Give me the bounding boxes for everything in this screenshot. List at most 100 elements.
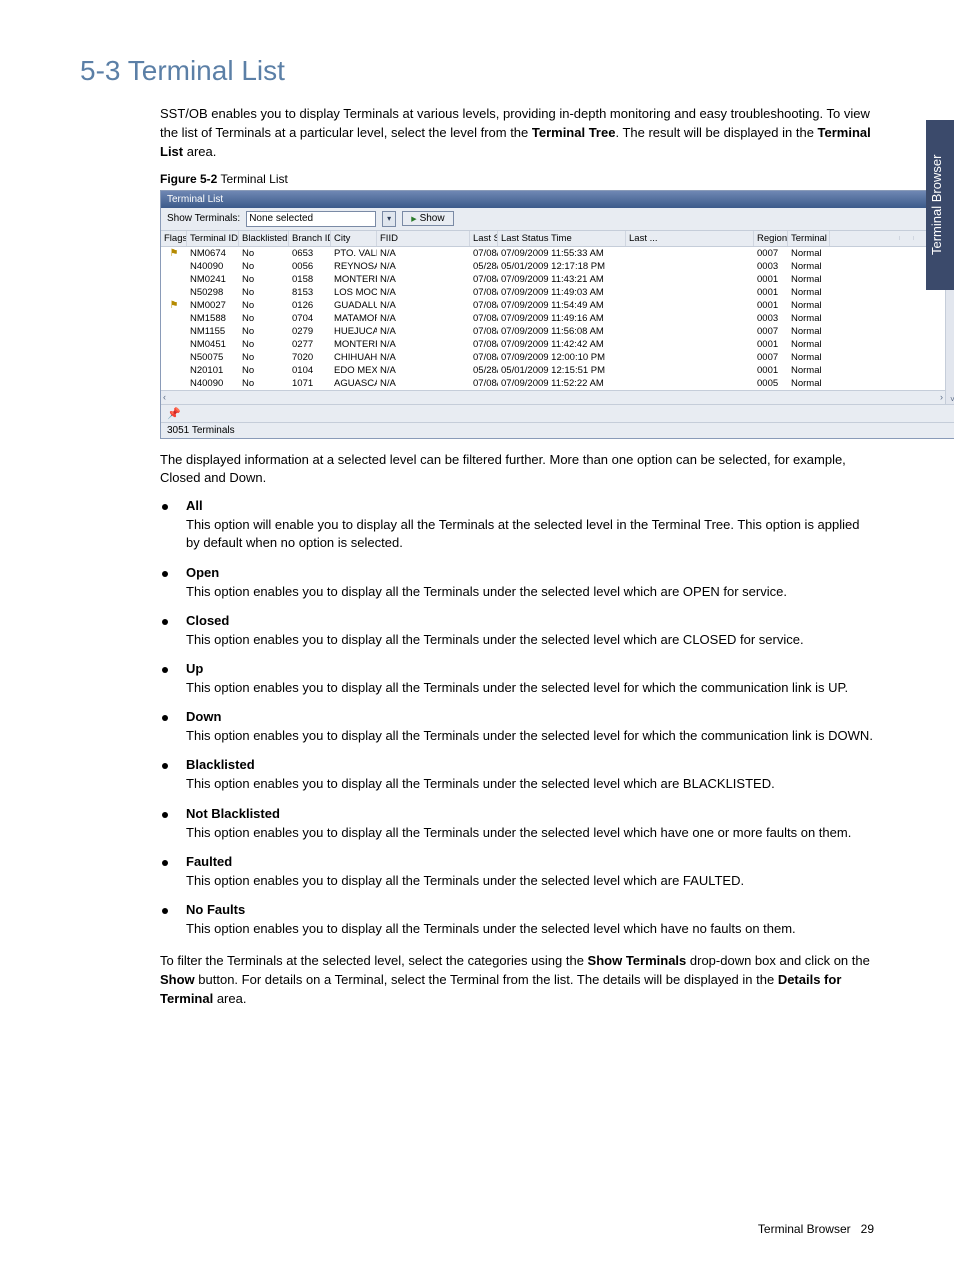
cell: 07/09/2009 11:49:16 AM xyxy=(498,312,626,325)
cell xyxy=(626,382,754,384)
cell: CHIHUAHUA xyxy=(331,351,377,364)
list-item: AllThis option will enable you to displa… xyxy=(160,498,874,552)
option-description: This option enables you to display all t… xyxy=(186,631,874,649)
scroll-down-icon[interactable]: ˅ xyxy=(946,395,954,404)
cell: NM0451 xyxy=(187,338,239,351)
cell: No xyxy=(239,312,289,325)
col-last[interactable]: Last ... xyxy=(626,231,754,246)
table-row[interactable]: ⚑NM0027No0126GUADALUPEN/A07/08/2009 8:07… xyxy=(161,299,945,312)
col-branch-id[interactable]: Branch ID xyxy=(289,231,331,246)
col-last-status[interactable]: Last Status Time xyxy=(498,231,626,246)
list-item: DownThis option enables you to display a… xyxy=(160,709,874,745)
col-fiid[interactable]: FIID xyxy=(377,231,470,246)
table-row[interactable]: N40090No0056REYNOSAN/A05/28/2009 11:05:0… xyxy=(161,260,945,273)
cell: No xyxy=(239,247,289,260)
list-item: FaultedThis option enables you to displa… xyxy=(160,854,874,890)
table-row[interactable]: ⚑NM0674No0653PTO. VALLARTAN/A07/08/2009 … xyxy=(161,247,945,260)
cell: 07/08/2009 9:07:00 AM xyxy=(470,247,498,260)
cell: NM0027 xyxy=(187,299,239,312)
cell xyxy=(900,304,914,306)
closing-t1: To filter the Terminals at the selected … xyxy=(160,953,588,968)
cell: 05/01/2009 12:15:51 PM xyxy=(498,364,626,377)
cell: NM0674 xyxy=(187,247,239,260)
cell: N50298 xyxy=(187,286,239,299)
cell xyxy=(161,356,187,358)
cell xyxy=(830,330,900,332)
cell xyxy=(626,304,754,306)
bullet-icon xyxy=(162,667,168,673)
cell: Normal xyxy=(788,247,830,260)
table-row[interactable]: N50075No7020CHIHUAHUAN/A07/08/2009 2:07:… xyxy=(161,351,945,364)
scroll-right-icon[interactable]: › xyxy=(940,392,943,402)
option-label: Closed xyxy=(186,613,229,628)
show-terminals-dropdown[interactable]: None selected xyxy=(246,211,376,227)
cell: N40090 xyxy=(187,260,239,273)
cell: 0279 xyxy=(289,325,331,338)
col-flags[interactable]: Flags xyxy=(161,231,187,246)
cell: ⚑ xyxy=(161,299,187,312)
col-terminal-id[interactable]: Terminal ID xyxy=(187,231,239,246)
col-last-settlement[interactable]: Last Settlement Time xyxy=(470,231,498,246)
cell: 07/08/2009 8:07:00 AM xyxy=(470,273,498,286)
table-row[interactable]: N50298No8153LOS MOCHISN/A07/08/2009 3:07… xyxy=(161,286,945,299)
col-region[interactable]: Region xyxy=(754,231,788,246)
cell: 07/09/2009 11:56:08 AM xyxy=(498,325,626,338)
cell: 07/09/2009 11:55:33 AM xyxy=(498,247,626,260)
horizontal-scrollbar[interactable]: ‹ › xyxy=(161,390,945,404)
col-blacklisted[interactable]: Blacklisted xyxy=(239,231,289,246)
cell: N/A xyxy=(377,247,470,260)
table-body: ⚑NM0674No0653PTO. VALLARTAN/A07/08/2009 … xyxy=(161,247,945,390)
section-title: 5-3 Terminal List xyxy=(80,55,874,87)
table-row[interactable]: NM0451No0277MONTERREYN/A07/08/2009 8:07:… xyxy=(161,338,945,351)
table-row[interactable]: NM1155No0279HUEJUCARN/A07/08/2009 8:07:0… xyxy=(161,325,945,338)
closing-b1: Show Terminals xyxy=(588,953,687,968)
cell: 1071 xyxy=(289,377,331,390)
cell: 07/09/2009 11:52:22 AM xyxy=(498,377,626,390)
dropdown-arrow-icon[interactable]: ▾ xyxy=(382,211,396,227)
cell: Normal xyxy=(788,325,830,338)
pin-icon[interactable]: 📌 xyxy=(167,407,181,420)
cell xyxy=(626,252,754,254)
cell xyxy=(161,330,187,332)
cell xyxy=(900,317,914,319)
cell: 0001 xyxy=(754,286,788,299)
closing-t3: button. For details on a Terminal, selec… xyxy=(195,972,778,987)
bullet-icon xyxy=(162,908,168,914)
cell: EDO MEX xyxy=(331,364,377,377)
table-row[interactable]: N20101No0104EDO MEXN/A05/28/2009 5:05:00… xyxy=(161,364,945,377)
show-button[interactable]: Show xyxy=(402,211,453,226)
cell: 0007 xyxy=(754,247,788,260)
cell xyxy=(830,252,900,254)
cell xyxy=(161,343,187,345)
scroll-left-icon[interactable]: ‹ xyxy=(163,392,166,402)
cell xyxy=(900,369,914,371)
table-row[interactable]: NM1588No0704MATAMOROSN/A07/08/2009 2:07:… xyxy=(161,312,945,325)
cell xyxy=(626,291,754,293)
cell xyxy=(900,343,914,345)
cell: 0001 xyxy=(754,299,788,312)
cell xyxy=(161,265,187,267)
closing-b2: Show xyxy=(160,972,195,987)
cell: 07/08/2009 2:07:00 PM xyxy=(470,351,498,364)
cell: N/A xyxy=(377,351,470,364)
cell: ⚑ xyxy=(161,247,187,260)
cell: 0001 xyxy=(754,273,788,286)
cell: N40090 xyxy=(187,377,239,390)
table-row[interactable]: N40090No1071AGUASCALIENTEN/A07/08/2009 1… xyxy=(161,377,945,390)
cell: Normal xyxy=(788,312,830,325)
cell: N/A xyxy=(377,286,470,299)
cell: 07/09/2009 11:49:03 AM xyxy=(498,286,626,299)
cell: 05/28/2009 5:05:00 PM xyxy=(470,364,498,377)
intro-text-2: . The result will be displayed in the xyxy=(615,125,817,140)
col-city[interactable]: City xyxy=(331,231,377,246)
options-list: AllThis option will enable you to displa… xyxy=(160,498,874,938)
table-row[interactable]: NM0241No0158MONTERREYN/A07/08/2009 8:07:… xyxy=(161,273,945,286)
bullet-icon xyxy=(162,571,168,577)
cell: 07/08/2009 3:07:00 PM xyxy=(470,286,498,299)
cell xyxy=(830,343,900,345)
cell: 0653 xyxy=(289,247,331,260)
option-description: This option enables you to display all t… xyxy=(186,775,874,793)
list-item: Closed This option enables you to display… xyxy=(160,613,874,649)
after-figure-text: The displayed information at a selected … xyxy=(160,451,874,489)
col-priority[interactable]: Terminal Priori xyxy=(788,231,830,246)
